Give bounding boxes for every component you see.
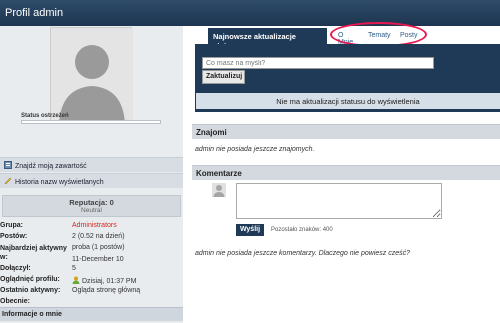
current-location-link[interactable]: Ogląda stronę główną: [72, 287, 140, 294]
no-status-updates-message: Nie ma aktualizacji statusu do wyświetle…: [196, 93, 500, 109]
send-comment-button[interactable]: Wyślij: [236, 224, 264, 236]
info-row-last-active: Ostatnio aktywny: Ogląda stronę główną: [0, 287, 183, 298]
commenter-avatar: [212, 183, 226, 197]
no-friends-message: admin nie posiada jeszcze znajomych.: [195, 146, 315, 153]
pencil-icon: [4, 177, 12, 185]
info-row-group: Grupa: Administrators: [0, 222, 183, 233]
status-input[interactable]: [202, 57, 434, 69]
profile-title-bar: Profil admin: [0, 0, 500, 26]
last-active-value: Dzisiaj, 01:37 PM: [81, 278, 137, 285]
info-row-posts: Postów: 2 (0.52 na dzień): [0, 233, 183, 244]
user-online-icon: [72, 276, 80, 284]
reputation-level: Neutral: [81, 207, 102, 214]
most-active-link[interactable]: proba (1 postów): [72, 244, 125, 251]
info-key: Ostatnio aktywny:: [0, 287, 61, 294]
comment-textarea[interactable]: [236, 183, 442, 219]
about-me-header[interactable]: Informacje o mnie: [0, 307, 183, 321]
default-avatar-icon: [51, 28, 133, 124]
info-value: Dzisiaj, 01:37 PM: [72, 276, 136, 285]
friends-header: Znajomi: [192, 124, 500, 139]
info-row-joined: Dołączył: 5: [0, 265, 183, 276]
info-key: Oglądnięć profilu:: [0, 276, 60, 283]
info-value: 11-December 10: [72, 256, 124, 263]
info-key: Postów:: [0, 233, 28, 240]
info-key: Obecnie:: [0, 298, 30, 305]
characters-remaining: Pozostało znaków: 400: [271, 227, 333, 233]
info-key: Dołączył:: [0, 265, 31, 272]
avatar: [50, 27, 133, 124]
find-my-content-link[interactable]: Znajdź moją zawartość: [0, 157, 183, 172]
tab-status-updates[interactable]: Najnowsze aktualizacje statusu: [208, 28, 327, 50]
info-key: Grupa:: [0, 222, 23, 229]
info-value: 2 (0.52 na dzień): [72, 233, 125, 240]
search-content-icon: [4, 161, 12, 169]
info-value: 5: [72, 265, 76, 272]
display-name-history-label: Historia nazw wyświetlanych: [15, 179, 104, 186]
update-status-button[interactable]: Zaktualizuj: [202, 70, 245, 84]
warning-status-label: Status ostrzeżeń: [21, 113, 69, 119]
reputation-box: Reputacja: 0 Neutral: [2, 195, 181, 217]
no-comments-message: admin nie posiada jeszcze komentarzy. Dl…: [195, 250, 411, 257]
find-my-content-label: Znajdź moją zawartość: [15, 163, 87, 170]
info-row-profile-views: Oglądnięć profilu: Dzisiaj, 01:37 PM: [0, 276, 183, 287]
default-avatar-icon: [212, 183, 226, 197]
display-name-history-link[interactable]: Historia nazw wyświetlanych: [0, 173, 183, 188]
comments-header: Komentarze: [192, 165, 500, 180]
reputation-title: Reputacja: 0: [69, 198, 114, 207]
group-value-link[interactable]: Administrators: [72, 222, 117, 229]
page-title: Profil admin: [5, 7, 64, 19]
warning-status-bar: [21, 120, 161, 124]
